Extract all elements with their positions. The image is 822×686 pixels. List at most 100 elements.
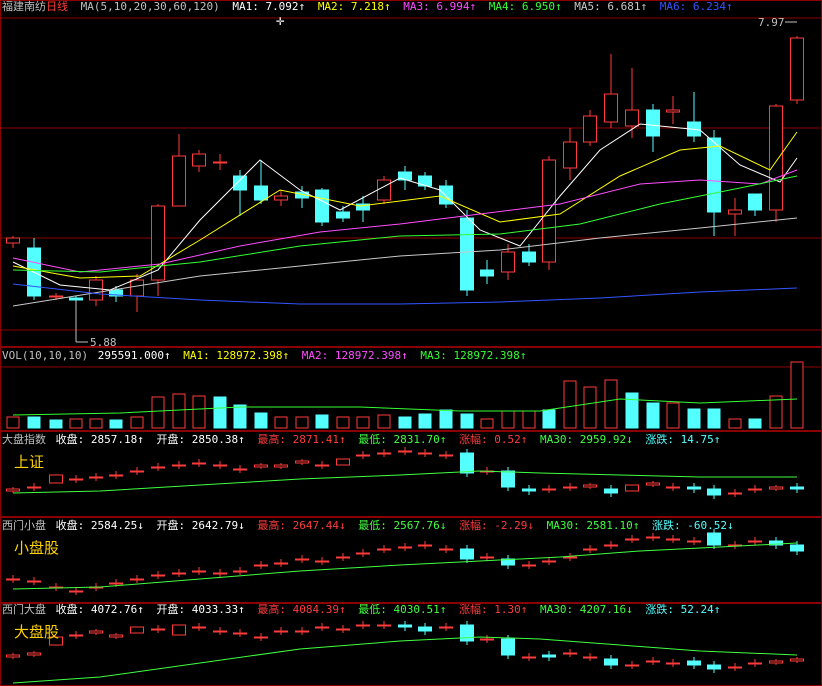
index-candle [728, 666, 742, 669]
index-change: 涨幅: -2.29↓ [459, 519, 535, 532]
index-diff: 涨跌: 14.75↑ [645, 433, 721, 446]
index-open: 开盘: 2850.38↑ [156, 433, 245, 446]
index-candle [439, 454, 453, 457]
index-candle [6, 578, 20, 581]
index-candle [418, 452, 432, 455]
price-candle [542, 159, 556, 263]
index-candle [501, 470, 515, 488]
index-panel-small-cap[interactable]: 西门小盘 收盘: 2584.25↓ 开盘: 2642.79↓ 最高: 2647.… [0, 517, 822, 603]
vol-ma3: MA3: 128972.398↑ [420, 349, 527, 362]
index-panel-shanghai[interactable]: 大盘指数 收盘: 2857.18↑ 开盘: 2850.38↑ 最高: 2871.… [0, 431, 822, 517]
volume-bar [728, 418, 742, 429]
index-candle [295, 558, 309, 561]
index-candle [583, 484, 597, 488]
index-candle [254, 464, 268, 468]
index-candle [192, 462, 206, 465]
volume-bar [27, 416, 41, 429]
index-candle [6, 488, 20, 492]
volume-bar [89, 418, 103, 429]
index-candle [254, 636, 268, 639]
index-candle [728, 492, 742, 495]
index-candle [109, 474, 123, 477]
index-candle [315, 560, 329, 563]
price-candle [49, 295, 63, 298]
index-big-label: 大盘股 [14, 623, 60, 641]
index-low: 最低: 2567.76↓ [358, 519, 447, 532]
index-candle [130, 626, 144, 634]
index-candle [604, 544, 618, 547]
price-candle [563, 141, 577, 169]
index-legend: 西门小盘 收盘: 2584.25↓ 开盘: 2642.79↓ 最高: 2647.… [2, 519, 740, 532]
index-diff: 涨跌: -60.52↓ [652, 519, 734, 532]
volume-bar [522, 410, 536, 429]
index-candle [233, 632, 247, 635]
price-candle [625, 109, 639, 127]
volume-bar [769, 395, 783, 429]
index-candle [790, 486, 804, 490]
volume-bar [69, 418, 83, 429]
index-candle [27, 486, 41, 489]
cursor-icon: ✛ [276, 13, 285, 29]
volume-bar [315, 414, 329, 429]
index-candle [666, 486, 680, 489]
index-candle [336, 556, 350, 559]
volume-bar [254, 412, 268, 429]
index-candle [625, 538, 639, 541]
index-candle [233, 468, 247, 471]
candlestick-chart[interactable] [0, 0, 822, 347]
ma2-value: MA2: 7.218↑ [317, 0, 391, 13]
index-candle [480, 638, 494, 641]
index-candle [356, 624, 370, 627]
volume-bar [604, 379, 618, 429]
volume-bar [109, 419, 123, 429]
vol-title: VOL(10,10,10) [2, 349, 89, 362]
index-panel-large-cap[interactable]: 西门大盘 收盘: 4072.76↑ 开盘: 4033.33↑ 最高: 4084.… [0, 603, 822, 686]
index-candle [666, 662, 680, 665]
index-candle [522, 488, 536, 492]
index-candle [769, 660, 783, 664]
ma1-line [12, 123, 798, 291]
price-candle [583, 115, 597, 143]
price-panel[interactable]: 福建南纺日线 MA(5,10,20,30,60,120) MA1: 7.092↑… [0, 0, 822, 349]
index-high: 最高: 4084.39↑ [257, 603, 346, 616]
volume-bar [542, 409, 556, 429]
price-candle [69, 297, 83, 301]
price-candle [439, 185, 453, 205]
index-ma30: MA30: 2581.10↑ [546, 519, 640, 532]
volume-bar [192, 395, 206, 429]
index-candle [6, 654, 20, 658]
price-candle [790, 37, 804, 101]
index-candle [666, 538, 680, 541]
price-candle [336, 211, 350, 219]
index-candle [192, 570, 206, 573]
period-label[interactable]: 日线 [46, 0, 68, 13]
index-candle [274, 464, 288, 468]
index-candle [27, 580, 41, 583]
volume-bar [625, 392, 639, 429]
index-candle [151, 574, 165, 577]
index-candle [151, 466, 165, 469]
index-candle [583, 656, 597, 659]
index-candle [336, 458, 350, 466]
index-big-label: 小盘股 [14, 539, 60, 557]
index-change: 涨幅: 1.30↑ [459, 603, 528, 616]
index-candle [49, 474, 63, 484]
ma4-line [12, 175, 798, 273]
index-candle [790, 544, 804, 552]
index-candle [646, 536, 660, 539]
high-price-mark: 7.97 [758, 16, 785, 29]
index-candle [439, 548, 453, 551]
volume-bar [748, 418, 762, 429]
volume-panel[interactable]: VOL(10,10,10) 295591.000↑ MA1: 128972.39… [0, 347, 822, 431]
volume-bar [790, 361, 804, 429]
ma-legend: 福建南纺日线 MA(5,10,20,30,60,120) MA1: 7.092↑… [2, 0, 739, 13]
price-candle [254, 185, 268, 201]
price-candle [151, 205, 165, 281]
index-candle [687, 486, 701, 490]
price-candle [707, 137, 721, 213]
volume-bar [356, 416, 370, 429]
index-candle [522, 656, 536, 659]
index-candle [377, 452, 391, 455]
index-candle [89, 630, 103, 634]
index-high: 最高: 2647.44↓ [257, 519, 346, 532]
